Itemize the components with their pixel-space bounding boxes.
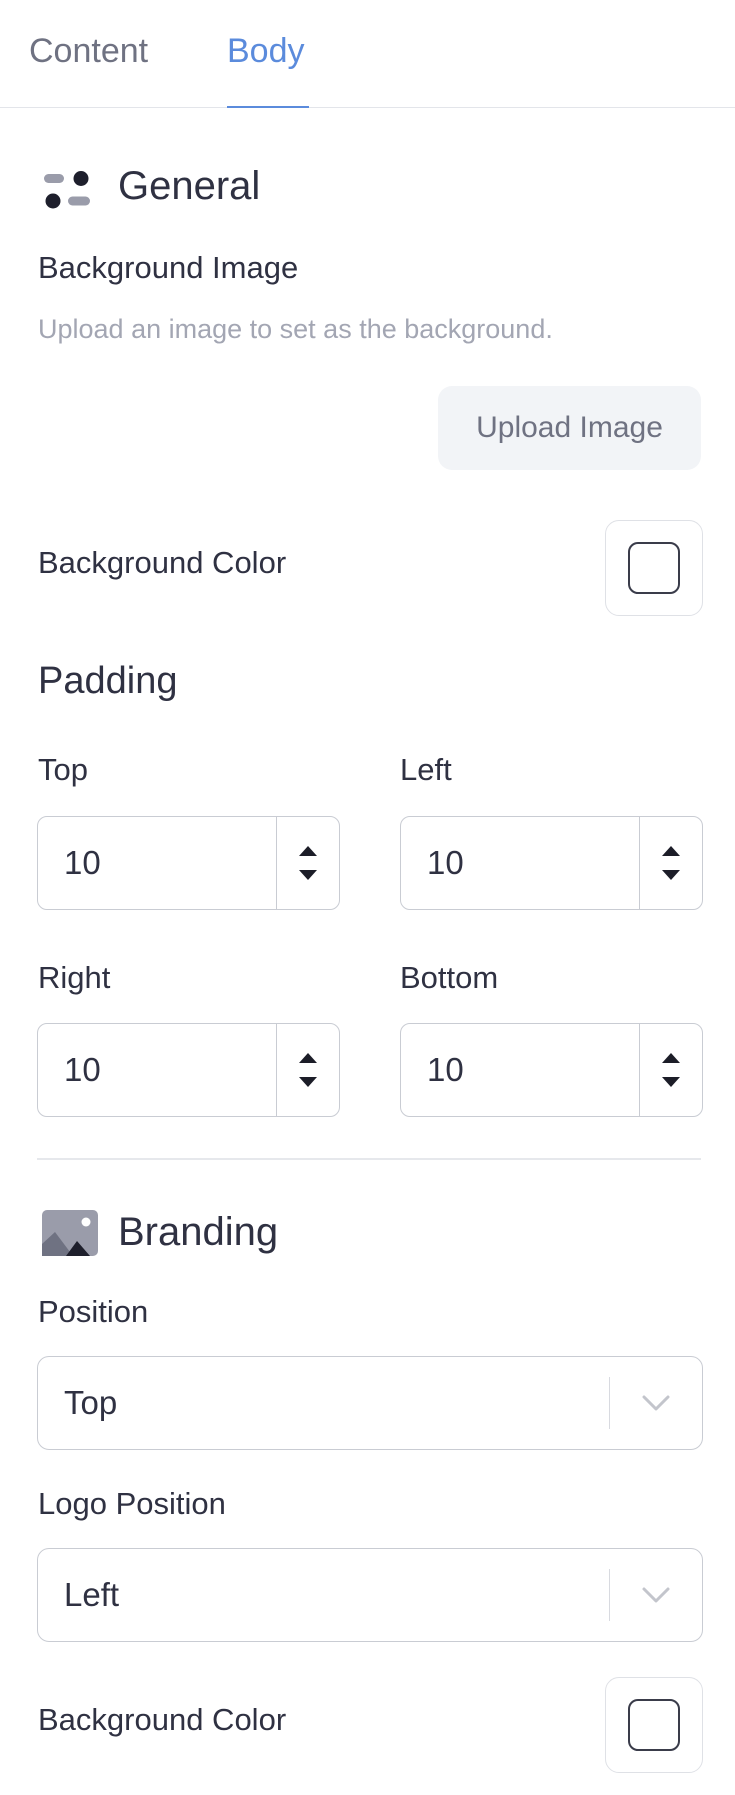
padding-title: Padding [38,660,178,702]
decrement-arrow-icon[interactable] [662,870,680,880]
background-image-label: Background Image [38,250,299,285]
active-tab-indicator [227,106,309,108]
padding-bottom-stepper[interactable]: 10 [400,1023,703,1117]
padding-top-value[interactable]: 10 [38,817,276,909]
image-icon [42,1210,98,1256]
background-color-label: Background Color [38,545,287,580]
increment-arrow-icon[interactable] [299,1053,317,1063]
position-select[interactable]: Top [37,1356,703,1450]
tab-content[interactable]: Content [29,32,148,71]
padding-bottom-value[interactable]: 10 [401,1024,639,1116]
padding-bottom-label: Bottom [400,960,499,995]
position-label: Position [38,1294,149,1329]
padding-left-stepper[interactable]: 10 [400,816,703,910]
section-divider [37,1158,701,1160]
branding-background-color-label: Background Color [38,1702,287,1737]
tab-body[interactable]: Body [227,32,305,71]
position-select-value: Top [64,1384,118,1421]
padding-right-label: Right [38,960,111,995]
padding-left-value[interactable]: 10 [401,817,639,909]
background-color-swatch [628,542,680,594]
increment-arrow-icon[interactable] [299,846,317,856]
increment-arrow-icon[interactable] [662,1053,680,1063]
decrement-arrow-icon[interactable] [662,1077,680,1087]
padding-left-label: Left [400,752,452,787]
padding-right-stepper[interactable]: 10 [37,1023,340,1117]
increment-arrow-icon[interactable] [662,846,680,856]
upload-image-button[interactable]: Upload Image [438,386,701,470]
padding-right-value[interactable]: 10 [38,1024,276,1116]
branding-background-color-swatch [628,1699,680,1751]
branding-section-title: Branding [118,1210,279,1254]
background-image-description: Upload an image to set as the background… [38,314,553,344]
decrement-arrow-icon[interactable] [299,1077,317,1087]
upload-image-button-label: Upload Image [476,411,663,444]
logo-position-select-value: Left [64,1576,120,1613]
background-color-picker[interactable] [605,520,703,616]
tab-bar: Content Body [0,0,735,108]
general-settings-icon [44,170,92,210]
padding-top-stepper[interactable]: 10 [37,816,340,910]
general-section-title: General [118,164,261,208]
logo-position-select[interactable]: Left [37,1548,703,1642]
logo-position-label: Logo Position [38,1486,226,1521]
chevron-down-icon[interactable] [610,1586,702,1604]
chevron-down-icon[interactable] [610,1394,702,1412]
branding-background-color-picker[interactable] [605,1677,703,1773]
decrement-arrow-icon[interactable] [299,870,317,880]
padding-top-label: Top [38,752,88,787]
